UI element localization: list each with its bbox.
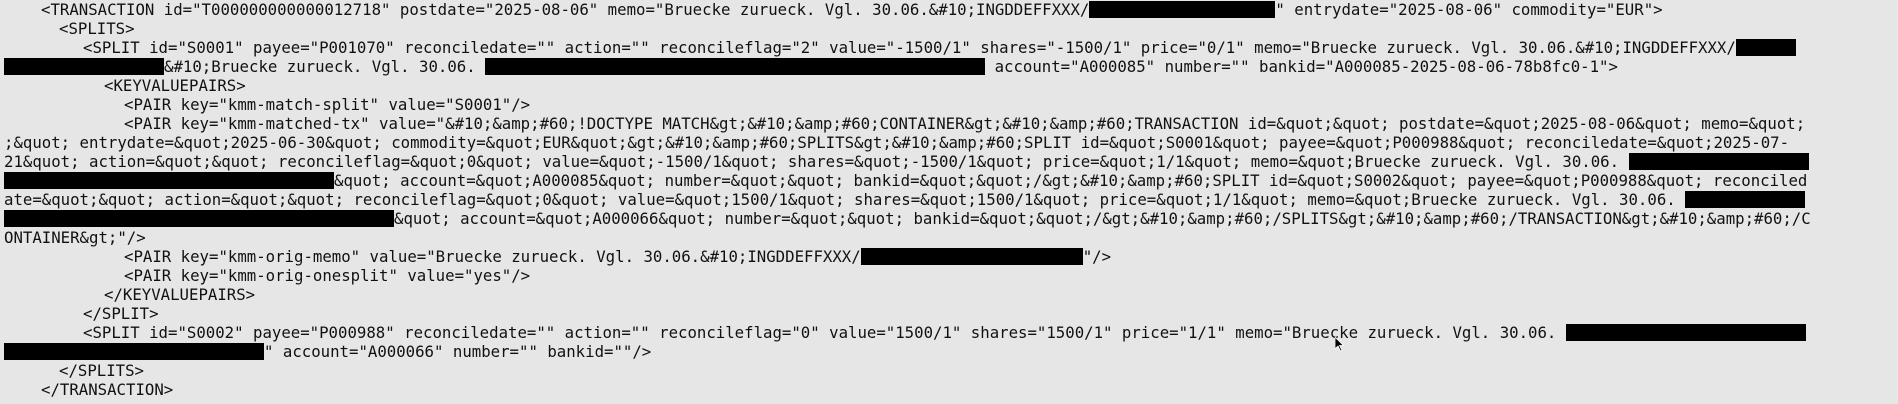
line-text: 21&quot; action=&quot;&quot; reconcilefl… [4,152,1620,171]
line-matched-tx-cont-3: &quot; account=&quot;A000085&quot; numbe… [4,171,1898,190]
line-pair-orig-memo: <PAIR key="kmm-orig-memo" value="Bruecke… [4,247,1898,266]
line-transaction-open: <TRANSACTION id="T000000000000012718" po… [4,0,1898,19]
line-text: &quot; account=&quot;A000066&quot; numbe… [394,209,1811,228]
line-text: ;&quot; entrydate=&quot;2025-06-30&quot;… [4,133,1790,152]
redaction-bar [1628,153,1809,170]
line-pair-match-split: <PAIR key="kmm-match-split" value="S0001… [4,95,1898,114]
line-text: " account="A000066" number="" bankid=""/… [264,342,652,361]
line-text: &quot; account=&quot;A000085&quot; numbe… [334,171,1808,190]
line-matched-tx-cont-2: 21&quot; action=&quot;&quot; reconcilefl… [4,152,1898,171]
line-text: </KEYVALUEPAIRS> [104,285,256,304]
redaction-bar [1089,1,1276,18]
line-text: <PAIR key="kmm-match-split" value="S0001… [124,95,531,114]
redaction-bar [4,343,264,360]
line-splits-close: </SPLITS> [4,361,1898,380]
line-text: <KEYVALUEPAIRS> [104,76,246,95]
redaction-bar [4,58,164,75]
redaction-bar [4,210,394,227]
redaction-bar [1685,191,1806,208]
xml-text-view[interactable]: <TRANSACTION id="T000000000000012718" po… [0,0,1898,404]
line-keyvaluepairs-open: <KEYVALUEPAIRS> [4,76,1898,95]
line-text: </SPLIT> [83,304,159,323]
line-split-s0002-cont: " account="A000066" number="" bankid=""/… [4,342,1898,361]
line-text: <PAIR key="kmm-orig-onesplit" value="yes… [124,266,531,285]
line-split-s0001-cont: &#10;Bruecke zurueck. Vgl. 30.06. accoun… [4,57,1898,76]
line-split-close: </SPLIT> [4,304,1898,323]
redaction-bar [485,58,986,75]
mouse-pointer-icon [1334,336,1345,353]
line-matched-tx-cont-1: ;&quot; entrydate=&quot;2025-06-30&quot;… [4,133,1898,152]
line-text: ONTAINER&gt;"/> [4,228,146,247]
line-matched-tx-cont-5: &quot; account=&quot;A000066&quot; numbe… [4,209,1898,228]
redaction-bar [1735,39,1796,56]
line-split-s0002: <SPLIT id="S0002" payee="P000988" reconc… [4,323,1898,342]
line-split-s0001: <SPLIT id="S0001" payee="P001070" reconc… [4,38,1898,57]
line-pair-matched-tx: <PAIR key="kmm-matched-tx" value="&#10;&… [4,114,1898,133]
line-splits-open: <SPLITS> [4,19,1898,38]
line-text: <PAIR key="kmm-orig-memo" value="Bruecke… [124,247,861,266]
line-text: ate=&quot;&quot; action=&quot;&quot; rec… [4,190,1676,209]
line-text: <SPLIT id="S0001" payee="P001070" reconc… [83,38,1736,57]
line-text: <PAIR key="kmm-matched-tx" value="&#10;&… [124,114,1806,133]
line-text: &#10;Bruecke zurueck. Vgl. 30.06. [164,57,486,76]
redaction-bar [4,172,334,189]
line-text: </SPLITS> [59,361,145,380]
line-pair-orig-onesplit: <PAIR key="kmm-orig-onesplit" value="yes… [4,266,1898,285]
line-keyvaluepairs-close: </KEYVALUEPAIRS> [4,285,1898,304]
line-text: <SPLITS> [59,19,135,38]
line-matched-tx-cont-6: ONTAINER&gt;"/> [4,228,1898,247]
redaction-bar [860,248,1083,265]
line-text: "/> [1082,247,1112,266]
line-transaction-close: </TRANSACTION> [4,380,1898,399]
line-text: account="A000085" number="" bankid="A000… [985,57,1618,76]
redaction-bar [1565,324,1806,341]
line-text: <TRANSACTION id="T000000000000012718" po… [41,0,1090,19]
line-text: " entrydate="2025-08-06" commodity="EUR"… [1275,0,1663,19]
line-matched-tx-cont-4: ate=&quot;&quot; action=&quot;&quot; rec… [4,190,1898,209]
line-text: </TRANSACTION> [41,380,174,399]
